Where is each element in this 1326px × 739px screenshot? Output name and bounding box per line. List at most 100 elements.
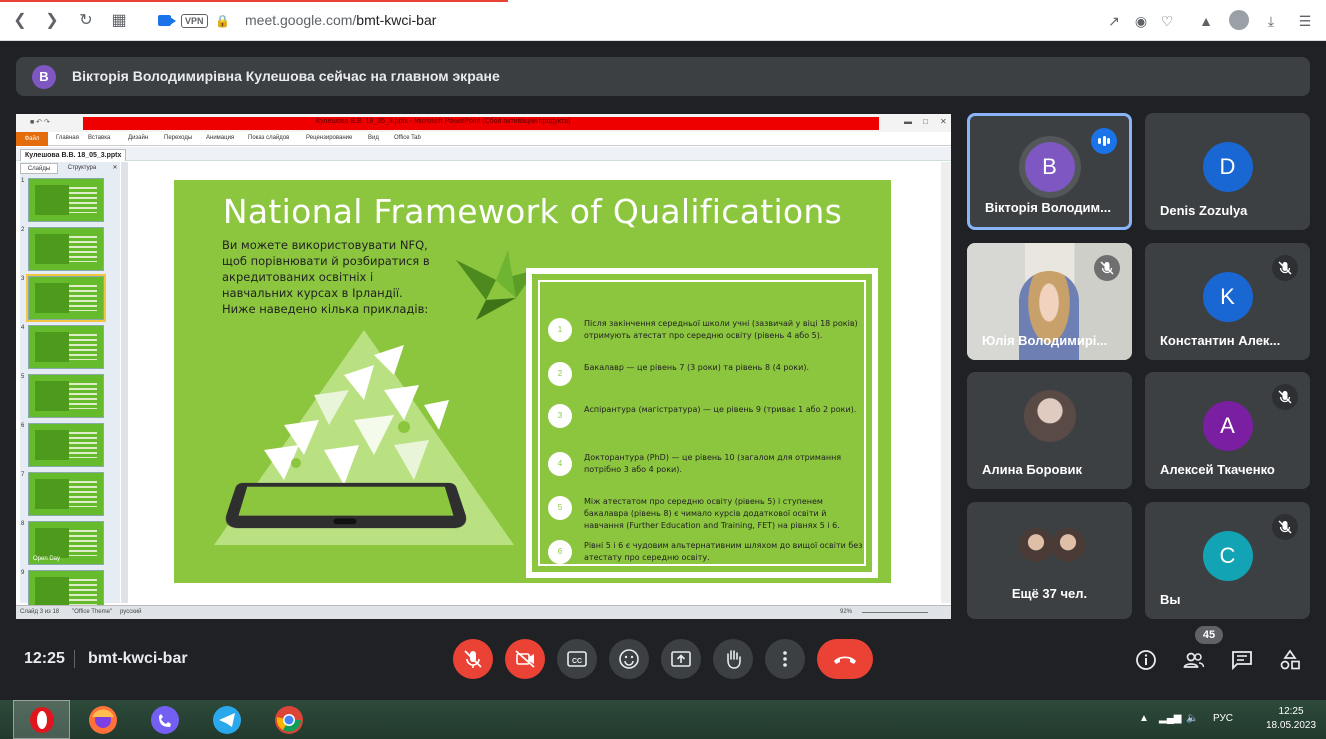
reload-icon[interactable]: ↻ [76,11,96,31]
thumbnail-graphic [35,283,69,313]
people-button[interactable] [1182,648,1206,672]
tray-expand-icon[interactable]: ▲ [1139,713,1149,724]
leave-call-button[interactable] [817,639,873,679]
slide-thumbnail [28,472,104,516]
status-zoom: 92% [840,609,853,615]
viber-icon[interactable] [150,705,180,735]
camera-off-icon [515,650,535,668]
participant-tile[interactable]: B Вікторія Володим... [967,113,1132,230]
current-slide: National Framework of Qualifications Ви … [174,180,891,583]
forward-arrow-icon[interactable]: ❯ [42,11,62,31]
hand-icon [727,650,741,669]
thumbnail-text-lines [69,334,97,360]
camera-icon[interactable] [158,15,176,26]
participant-tile[interactable]: K Константин Алек... [1145,243,1310,360]
meeting-time: 12:25 [24,650,65,667]
network-icon[interactable]: ▂▄▆ [1159,713,1181,724]
mic-muted-icon [1272,255,1298,281]
activities-button[interactable] [1278,648,1302,672]
ppt-ribbon-menu: Файл Главная Вставка Дизайн Переходы Анимация… [16,132,951,146]
tablet-illustration [221,482,471,529]
download-icon[interactable]: ⤓ [1261,11,1281,31]
mic-off-button[interactable] [453,639,493,679]
lock-icon[interactable]: 🔒 [215,14,230,28]
back-arrow-icon[interactable]: ❮ [10,11,30,31]
participant-tile[interactable]: Юлія Володимирі... [967,243,1132,360]
ppt-doc-tabs: Кулешова В.В. 18_05_3.pptx [16,147,951,161]
participant-photo [1023,390,1076,442]
ppt-menu-file: Файл [16,132,48,146]
address-bar[interactable]: meet.google.com/bmt-kwci-bar [245,12,436,28]
raise-hand-button[interactable] [713,639,753,679]
step-number: 3 [548,404,572,428]
ppt-menu-item: Вид [368,135,379,141]
camera-off-button[interactable] [505,639,545,679]
ppt-menu-item: Показ слайдов [248,135,290,141]
participant-tile[interactable]: A Алексей Ткаченко [1145,372,1310,489]
emoji-button[interactable] [609,639,649,679]
thumbnail-text-lines [69,285,97,311]
slide-intro-text: Ви можете використовувати NFQ, щоб порів… [222,238,430,316]
info-icon [1136,650,1156,670]
step-text: Після закінчення середньої школи учні (з… [584,319,858,340]
thumbnail-text-lines [69,481,97,507]
firefox-icon[interactable] [88,705,118,735]
vpn-badge[interactable]: VPN [181,14,208,28]
speaking-indicator-icon [1091,128,1117,154]
tablet-button [333,518,357,525]
tablet-screen [238,486,454,516]
menu-icon[interactable]: ☰ [1295,11,1315,31]
emoji-icon [619,649,639,669]
end-call-icon [834,656,856,664]
more-vert-icon [783,651,787,667]
ppt-statusbar: Слайд 3 из 18 "Office Theme" русский 92% [16,605,951,619]
speed-dial-icon[interactable]: ▦ [109,11,129,31]
profile-avatar-icon[interactable] [1229,10,1249,30]
doc-tab: Кулешова В.В. 18_05_3.pptx [20,149,127,161]
thumbnail-graphic [35,577,69,607]
slide-thumbnail [28,325,104,369]
share-icon[interactable]: ↗ [1104,11,1124,31]
participant-tile[interactable]: D Denis Zozulya [1145,113,1310,230]
present-button[interactable] [661,639,701,679]
thumbnail-number: 7 [21,472,25,478]
snapshot-icon[interactable]: ◉ [1131,11,1151,31]
ppt-menu-item: Главная [56,135,79,141]
thumbnail-number: 9 [21,570,25,576]
thumbnail-graphic [35,381,69,411]
mic-muted-icon [1094,255,1120,281]
ppt-menu-item: Рецензирование [306,135,353,141]
thumbnail-number: 4 [21,325,25,331]
thumbnail-graphic [35,234,69,264]
close-icon: ✕ [940,117,947,126]
mic-off-icon [464,650,482,668]
captions-button[interactable]: CC [557,639,597,679]
heart-icon[interactable]: ♡ [1157,11,1177,31]
chrome-icon[interactable] [274,705,304,735]
volume-icon[interactable]: 🔈 [1186,713,1198,724]
page-load-progress [0,0,508,2]
participant-tile[interactable]: Ещё 37 чел. [967,502,1132,619]
opera-start-button[interactable] [13,700,70,739]
tray-language[interactable]: РУС [1213,713,1233,724]
status-slide: Слайд 3 из 18 [20,609,60,615]
extensions-cube-icon[interactable]: ▲ [1196,11,1216,31]
step-text: Рівні 5 і 6 є чудовим альтернативним шля… [584,541,863,562]
step-number: 4 [548,452,572,476]
chat-button[interactable] [1230,648,1254,672]
thumbnail-graphic [35,332,69,362]
participant-tile[interactable]: C Вы [1145,502,1310,619]
svg-text:CC: CC [572,658,582,665]
participant-count-badge: 45 [1195,626,1223,644]
ppt-window-title: Кулешова В.В. 18_05_3.pptx - Microsoft P… [316,118,571,125]
slide-thumbnail [28,227,104,271]
meeting-info-button[interactable] [1134,648,1158,672]
step-text: Докторантура (PhD) — це рівень 10 (загал… [584,453,842,474]
tray-clock[interactable]: 12:25 18.05.2023 [1266,705,1316,733]
status-lang: русский [120,609,142,615]
telegram-icon[interactable] [212,705,242,735]
more-options-button[interactable] [765,639,805,679]
pane-close-icon: ✕ [112,165,118,171]
participant-tile[interactable]: Алина Боровик [967,372,1132,489]
thumbnail-number: 2 [21,227,25,233]
